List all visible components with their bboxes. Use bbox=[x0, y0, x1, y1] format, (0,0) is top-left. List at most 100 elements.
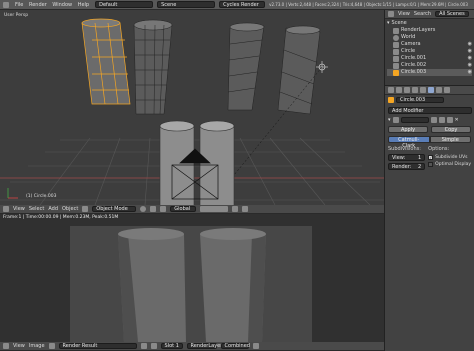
subdivision-settings: Subdivisions: View: 1 Render: 2 Options:… bbox=[388, 146, 471, 170]
properties-editor-icon[interactable] bbox=[388, 87, 394, 93]
editmode-toggle-icon[interactable] bbox=[446, 117, 453, 123]
menu-render[interactable]: Render bbox=[27, 2, 49, 8]
add-modifier-dropdown[interactable]: Add Modifier bbox=[388, 107, 472, 114]
object-name-field[interactable]: Circle.003 bbox=[396, 97, 444, 103]
menu-file[interactable]: File bbox=[13, 2, 25, 8]
pin-icon[interactable] bbox=[140, 343, 147, 349]
outliner-item-circle-001[interactable]: Circle.001 ◉ bbox=[387, 55, 472, 62]
slot-select[interactable]: Slot 1 bbox=[160, 343, 183, 349]
screen-layout-select[interactable]: Default bbox=[95, 1, 154, 8]
view-levels-field[interactable]: View: 1 bbox=[388, 154, 426, 161]
image-editor[interactable]: Frame:1 | Time:00:00.09 | Mem:0.23M, Pea… bbox=[0, 214, 384, 342]
image-menu-view[interactable]: View bbox=[13, 343, 25, 349]
3d-viewport[interactable]: User Persp (1) Circle.003 bbox=[0, 10, 384, 205]
object-icon bbox=[388, 97, 394, 103]
visibility-eye-icon[interactable]: ◉ bbox=[468, 62, 472, 69]
modifier-stack: Add Modifier ▾ ✕ Apply Copy Catmull-Clar… bbox=[385, 105, 474, 172]
render-levels-value: 2 bbox=[417, 164, 422, 170]
manipulator-icon[interactable] bbox=[160, 206, 167, 212]
outliner-item-scene[interactable]: ▾ Scene bbox=[387, 20, 472, 27]
subdivisions-column: Subdivisions: View: 1 Render: 2 bbox=[388, 146, 426, 170]
image-menu-image[interactable]: Image bbox=[29, 343, 45, 349]
mode-select[interactable]: Object Mode bbox=[92, 206, 137, 212]
cylinder-wire-3 bbox=[277, 25, 321, 115]
render-levels-field[interactable]: Render: 2 bbox=[388, 163, 426, 170]
view-icon[interactable] bbox=[150, 343, 157, 349]
visibility-eye-icon[interactable]: ◉ bbox=[468, 69, 472, 76]
world-tab-icon[interactable] bbox=[412, 87, 418, 93]
outliner-header: View Search All Scenes bbox=[385, 10, 474, 19]
checkbox-checked-icon[interactable]: ✓ bbox=[428, 155, 434, 160]
info-icon[interactable] bbox=[3, 1, 9, 8]
view-levels-label: View: bbox=[392, 155, 406, 161]
apply-button[interactable]: Apply bbox=[388, 126, 428, 133]
outliner-menu-view[interactable]: View bbox=[398, 11, 410, 17]
render-tab-icon[interactable] bbox=[396, 87, 402, 93]
render-preview-icon[interactable] bbox=[242, 206, 249, 212]
outliner-item-renderlayers[interactable]: RenderLayers bbox=[387, 27, 472, 34]
options-column: Options: ✓ Subdivide UVs Optimal Display bbox=[428, 146, 471, 170]
mesh-icon bbox=[393, 69, 399, 76]
viewport-toggle-icon[interactable] bbox=[438, 117, 445, 123]
render-engine-select[interactable]: Cycles Render bbox=[219, 1, 266, 8]
outliner-icon[interactable] bbox=[388, 11, 394, 17]
render-toggle-icon[interactable] bbox=[430, 117, 437, 123]
layers-icon[interactable] bbox=[200, 206, 229, 212]
viewport-menu-add[interactable]: Add bbox=[48, 206, 58, 212]
modifier-wrench-icon[interactable] bbox=[428, 87, 434, 93]
menu-help[interactable]: Help bbox=[76, 2, 91, 8]
cylinder-wire-1 bbox=[133, 19, 173, 115]
texture-tab-icon[interactable] bbox=[444, 87, 450, 93]
material-tab-icon[interactable] bbox=[436, 87, 442, 93]
camera-icon bbox=[393, 41, 399, 48]
viewport-menu-view[interactable]: View bbox=[13, 206, 25, 212]
menu-window[interactable]: Window bbox=[50, 2, 74, 8]
render-levels-label: Render: bbox=[392, 164, 412, 170]
copy-button[interactable]: Copy bbox=[431, 126, 471, 133]
outliner-item-camera[interactable]: Camera ◉ bbox=[387, 41, 472, 48]
visibility-eye-icon[interactable]: ◉ bbox=[468, 41, 472, 48]
outliner-display-mode[interactable]: All Scenes bbox=[435, 11, 469, 17]
visibility-eye-icon[interactable]: ◉ bbox=[468, 55, 472, 62]
render-layer-select[interactable]: RenderLayer bbox=[186, 343, 222, 349]
viewport-menu-object[interactable]: Object bbox=[62, 206, 78, 212]
viewport-menu-select[interactable]: Select bbox=[29, 206, 44, 212]
catmull-clark-button[interactable]: Catmull-Clark bbox=[388, 136, 430, 149]
optimal-display-toggle[interactable]: Optimal Display bbox=[428, 161, 471, 168]
transform-orientation-select[interactable]: Global bbox=[170, 206, 197, 212]
image-browse-icon[interactable] bbox=[48, 343, 55, 349]
visibility-eye-icon[interactable]: ◉ bbox=[468, 48, 472, 55]
object-tab-icon[interactable] bbox=[420, 87, 426, 93]
options-label: Options: bbox=[428, 146, 450, 152]
render-pass-select[interactable]: Combined bbox=[220, 343, 250, 349]
subdiv-type-toggle: Catmull-Clark Simple bbox=[388, 136, 471, 149]
active-object-label: (1) Circle.003 bbox=[26, 194, 57, 199]
outliner-item-circle[interactable]: Circle ◉ bbox=[387, 48, 472, 55]
snap-icon[interactable] bbox=[232, 206, 239, 212]
shading-sphere-icon[interactable] bbox=[140, 206, 147, 212]
subdivide-uvs-toggle[interactable]: ✓ Subdivide UVs bbox=[428, 154, 471, 161]
close-icon[interactable]: ✕ bbox=[455, 117, 459, 123]
cylinder-selected bbox=[81, 18, 131, 105]
outliner-item-world[interactable]: World bbox=[387, 34, 472, 41]
mesh-icon bbox=[393, 62, 399, 69]
object-breadcrumb: Circle.003 bbox=[385, 95, 474, 105]
outliner-menu-search[interactable]: Search bbox=[414, 11, 431, 17]
expand-arrow-icon[interactable]: ▾ bbox=[388, 117, 391, 123]
pivot-icon[interactable] bbox=[150, 206, 157, 212]
scene-icon: ▾ bbox=[387, 20, 390, 26]
scene-select[interactable]: Scene bbox=[157, 1, 216, 8]
simple-button[interactable]: Simple bbox=[429, 136, 471, 143]
checkbox-empty-icon[interactable] bbox=[428, 162, 434, 167]
view-levels-value: 1 bbox=[417, 155, 422, 161]
outliner-item-circle-002[interactable]: Circle.002 ◉ bbox=[387, 62, 472, 69]
outliner-item-circle-003[interactable]: Circle.003 ◉ bbox=[387, 69, 472, 76]
info-bar: File Render Window Help Default Scene Cy… bbox=[0, 0, 474, 10]
scene-tab-icon[interactable] bbox=[404, 87, 410, 93]
display-channels-icon[interactable] bbox=[252, 343, 259, 349]
cylinder-wire-2 bbox=[227, 22, 265, 111]
modifier-name-field[interactable] bbox=[400, 117, 429, 123]
image-select[interactable]: Render Result bbox=[58, 343, 137, 349]
image-editor-icon[interactable] bbox=[3, 343, 9, 349]
editor-type-icon[interactable] bbox=[3, 206, 9, 212]
